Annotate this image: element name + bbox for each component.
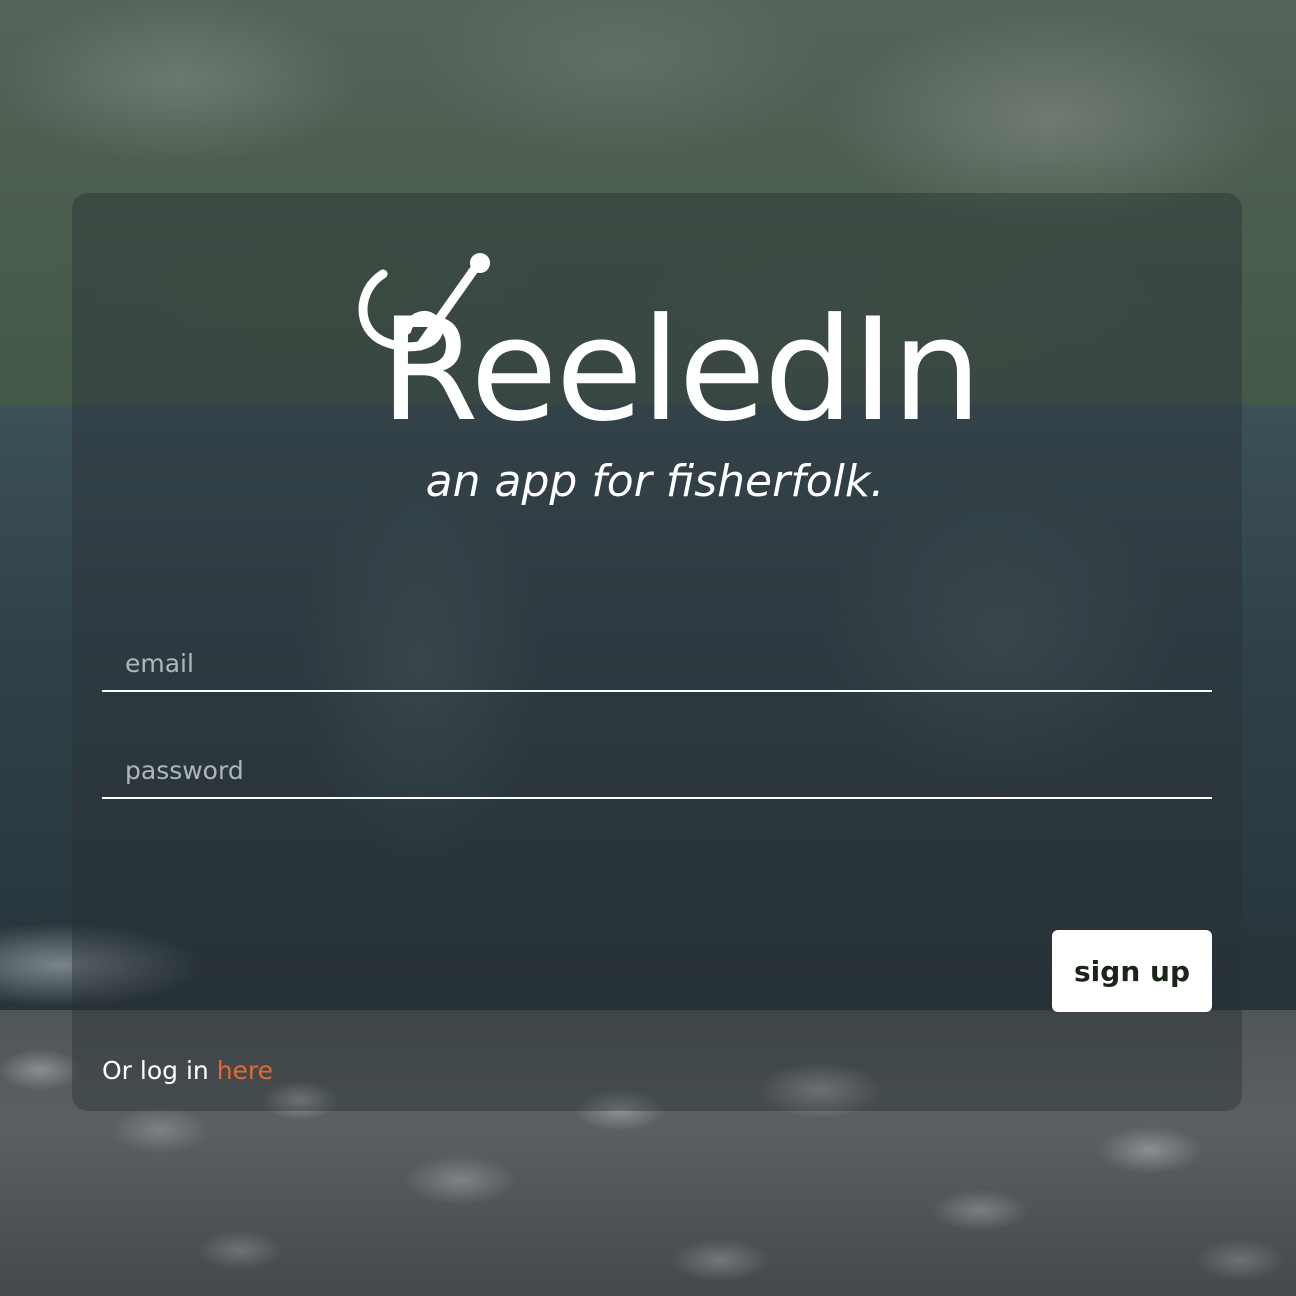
- login-here-link[interactable]: here: [217, 1056, 273, 1085]
- password-field[interactable]: [102, 743, 1212, 799]
- email-field[interactable]: [102, 636, 1212, 692]
- background-landscape: ReeledIn an app for fisherfolk. sign up …: [0, 0, 1296, 1296]
- sign-up-button[interactable]: sign up: [1052, 930, 1212, 1012]
- brand-logo-text: ReeledIn: [380, 288, 982, 453]
- tagline: an app for fisherfolk.: [425, 456, 885, 507]
- login-prompt-text: Or log in: [102, 1056, 217, 1085]
- login-prompt: Or log in here: [102, 1056, 273, 1085]
